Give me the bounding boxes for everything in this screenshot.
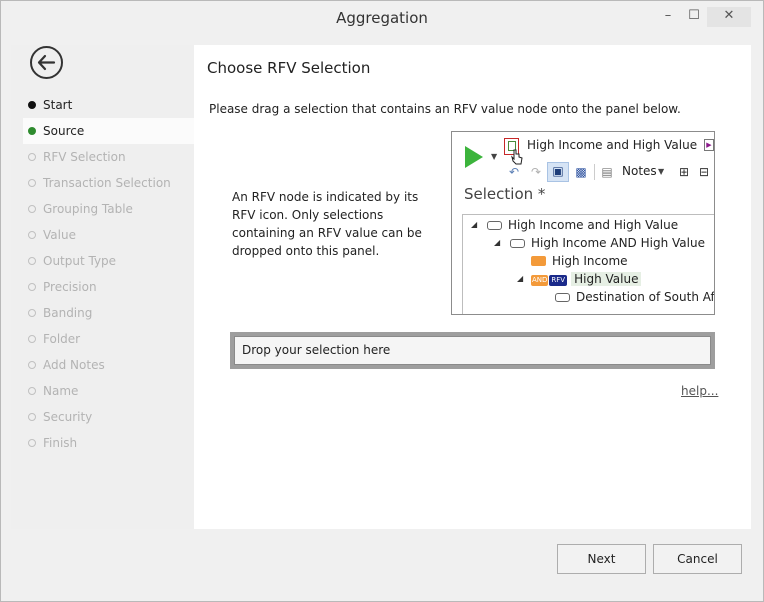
rfv-tag-icon: RFV <box>549 275 568 286</box>
preview-toolbar: ↶ ↷ ▣ ▩ ▤ Notes ▼ ⊞ ⊟ <box>506 162 714 182</box>
selection-node-icon <box>555 293 570 302</box>
maximize-button[interactable]: ☐ <box>681 7 707 27</box>
step-finish: Finish <box>11 430 194 456</box>
selection-node-icon <box>487 221 502 230</box>
add-node-icon: ⊞ <box>678 165 690 179</box>
notes-icon: ▤ <box>601 165 613 179</box>
step-label: Grouping Table <box>43 202 133 216</box>
step-precision: Precision <box>11 274 194 300</box>
tree-row: High Income <box>531 252 628 270</box>
and-node-icon <box>510 239 525 248</box>
step-grouping-table: Grouping Table <box>11 196 194 222</box>
step-label: Folder <box>43 332 81 346</box>
tree-label: High Value <box>571 272 642 286</box>
step-dot-icon <box>28 335 36 343</box>
expand-arrow-icon: ◢ <box>494 238 501 247</box>
main-panel: Choose RFV Selection Please drag a selec… <box>194 45 751 529</box>
drop-zone-text: Drop your selection here <box>234 336 711 365</box>
step-dot-icon <box>28 413 36 421</box>
step-dot-icon <box>28 361 36 369</box>
selection-section-label: Selection * <box>464 185 546 203</box>
step-label: Source <box>43 124 85 138</box>
tree-label: High Income and High Value <box>508 218 679 232</box>
wizard-window: Aggregation – ☐ ✕ Start Source RFV Selec… <box>0 0 764 602</box>
step-dot-icon <box>28 257 36 265</box>
selection-tree: ◢ High Income and High Value ◢ High Inco… <box>462 214 715 314</box>
selection-name: High Income and High Value <box>527 138 698 152</box>
step-output-type: Output Type <box>11 248 194 274</box>
step-transaction-selection: Transaction Selection <box>11 170 194 196</box>
back-button[interactable] <box>30 46 63 79</box>
minimize-button[interactable]: – <box>655 7 681 27</box>
add-sibling-icon: ⊟ <box>698 165 710 179</box>
step-label: Banding <box>43 306 93 320</box>
step-dot-icon <box>28 387 36 395</box>
step-label: Precision <box>43 280 97 294</box>
cancel-button[interactable]: Cancel <box>653 544 742 574</box>
step-security: Security <box>11 404 194 430</box>
step-source[interactable]: Source <box>23 118 194 144</box>
notes-label: Notes <box>622 164 657 178</box>
selection-node-icon <box>531 256 546 266</box>
and-tag-icon: AND <box>531 275 549 286</box>
lock-icon: ▣ <box>547 162 569 182</box>
step-folder: Folder <box>11 326 194 352</box>
play-icon <box>465 146 483 168</box>
step-label: Add Notes <box>43 358 105 372</box>
dropdown-caret-icon: ▼ <box>658 167 665 176</box>
step-label: Value <box>43 228 76 242</box>
selection-preview-image: ▼ High Income and High Value ▶ ↶ ↷ ▣ ▩ ▤… <box>451 131 715 315</box>
step-name: Name <box>11 378 194 404</box>
step-dot-icon <box>28 309 36 317</box>
next-button[interactable]: Next <box>557 544 646 574</box>
step-label: Transaction Selection <box>43 176 171 190</box>
rfv-explanation: An RFV node is indicated by its RFV icon… <box>232 190 422 258</box>
step-dot-icon <box>28 231 36 239</box>
tree-row: Destination of South Afric <box>555 288 715 306</box>
dropdown-caret-icon: ▼ <box>491 152 498 161</box>
step-dot-icon <box>28 179 36 187</box>
page-title: Choose RFV Selection <box>207 59 371 77</box>
tree-row: ◢ AND RFV High Value <box>517 270 642 288</box>
help-link[interactable]: help... <box>681 384 718 398</box>
instruction-text: Please drag a selection that contains an… <box>209 102 681 116</box>
step-label: Security <box>43 410 93 424</box>
wizard-steps: Start Source RFV Selection Transaction S… <box>11 92 194 456</box>
step-dot-icon <box>28 283 36 291</box>
step-add-notes: Add Notes <box>11 352 194 378</box>
undo-icon: ↶ <box>508 165 520 179</box>
selection-drop-zone[interactable]: Drop your selection here <box>230 332 715 369</box>
tree-label: High Income <box>552 254 628 268</box>
step-rfv-selection: RFV Selection <box>11 144 194 170</box>
tree-label: Destination of South Afric <box>576 290 715 304</box>
toolbar-divider <box>594 164 595 180</box>
title-bar: Aggregation <box>1 1 763 35</box>
close-button[interactable]: ✕ <box>707 7 751 27</box>
tree-row: ◢ High Income and High Value <box>471 216 678 234</box>
tree-row: ◢ High Income AND High Value <box>494 234 705 252</box>
step-dot-icon <box>28 101 36 109</box>
wizard-sidebar: Start Source RFV Selection Transaction S… <box>11 45 194 529</box>
redo-icon: ↷ <box>530 165 542 179</box>
save-icon: ▩ <box>575 165 587 179</box>
step-dot-icon <box>28 127 36 135</box>
tree-label: High Income AND High Value <box>531 236 705 250</box>
step-dot-icon <box>28 153 36 161</box>
step-label: RFV Selection <box>43 150 126 164</box>
step-label: Start <box>43 98 73 112</box>
step-value: Value <box>11 222 194 248</box>
step-label: Name <box>43 384 79 398</box>
step-label: Output Type <box>43 254 117 268</box>
expand-arrow-icon: ◢ <box>471 220 478 229</box>
step-banding: Banding <box>11 300 194 326</box>
arrow-left-icon <box>37 54 56 71</box>
window-title: Aggregation <box>336 9 428 27</box>
step-dot-icon <box>28 205 36 213</box>
more-arrow-icon: ▶ <box>704 139 714 151</box>
expand-arrow-icon: ◢ <box>517 274 524 283</box>
step-start[interactable]: Start <box>11 92 194 118</box>
step-label: Finish <box>43 436 78 450</box>
step-dot-icon <box>28 439 36 447</box>
